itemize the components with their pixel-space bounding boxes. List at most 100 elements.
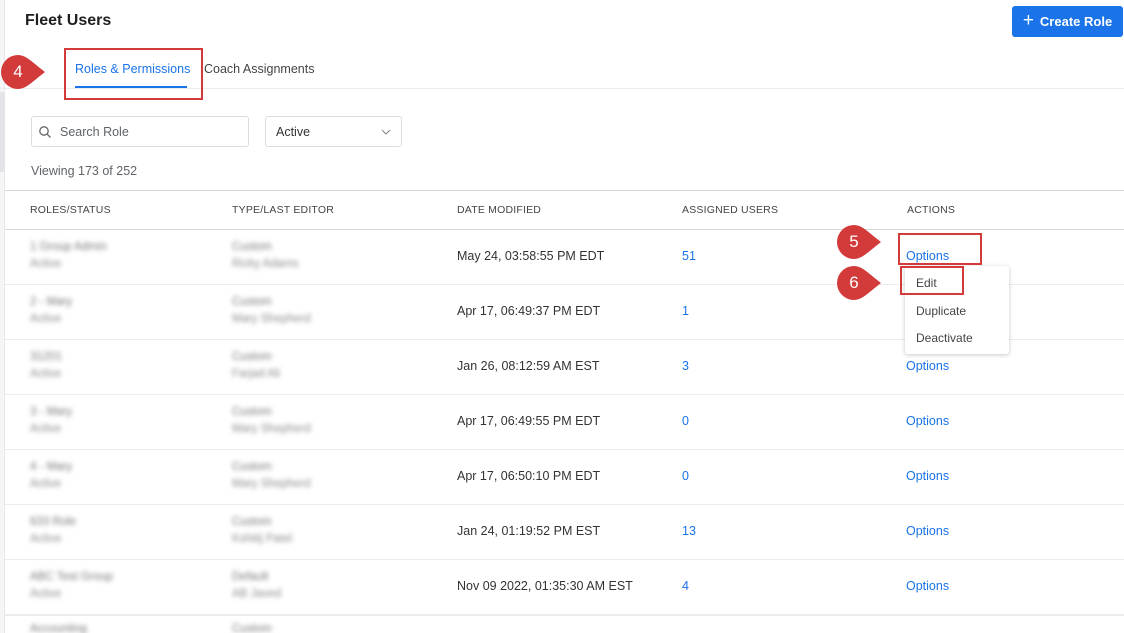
role-type: Default <box>232 571 269 583</box>
status-select-value: Active <box>276 124 311 139</box>
column-header-users: ASSIGNED USERS <box>682 204 779 216</box>
table-header: ROLES/STATUS TYPE/LAST EDITOR DATE MODIF… <box>5 190 1124 230</box>
role-type: Custom <box>232 461 272 473</box>
annotation-badge-4: 4 <box>0 54 46 90</box>
assigned-users-link[interactable]: 0 <box>682 469 689 483</box>
role-status: Active <box>30 588 62 600</box>
viewing-count: Viewing 173 of 252 <box>31 164 138 178</box>
last-editor: Mary Shepherd <box>232 423 311 435</box>
date-modified: Jan 24, 01:19:52 PM EST <box>457 524 601 538</box>
role-type: Custom <box>232 623 272 633</box>
role-status: Active <box>30 478 62 490</box>
role-status: Active <box>30 313 62 325</box>
search-box[interactable] <box>31 116 249 147</box>
table-row: ABC Test Group Active Default AB Javed Nov… <box>5 560 1124 615</box>
date-modified: Apr 17, 06:49:55 PM EDT <box>457 414 601 428</box>
table-row: Accounting Custom <box>5 615 1124 633</box>
last-editor: Farjad Ali <box>232 368 280 380</box>
tab-coach-assignments[interactable]: Coach Assignments <box>204 62 314 76</box>
role-name: 3 - Mary <box>30 406 73 418</box>
role-cell: 633 Role Active <box>30 514 76 548</box>
role-type: Custom <box>232 351 272 363</box>
table-row: 633 Role Active Custom Kshitij Patel Jan 2… <box>5 505 1124 560</box>
role-name: Accounting <box>30 623 87 633</box>
role-status: Active <box>30 423 62 435</box>
assigned-users-link[interactable]: 13 <box>682 524 696 538</box>
role-type: Custom <box>232 241 272 253</box>
role-status: Active <box>30 258 62 270</box>
options-link[interactable]: Options <box>906 359 949 373</box>
annotation-step-5: 5 <box>849 232 859 251</box>
role-name: 633 Role <box>30 516 77 528</box>
role-cell: Accounting <box>30 621 87 633</box>
role-cell: 3 - Mary Active <box>30 404 72 438</box>
assigned-users-link[interactable]: 1 <box>682 304 689 318</box>
type-cell: Custom Kshitij Patel <box>232 514 292 548</box>
role-name: 1 Group Admin <box>30 241 107 253</box>
assigned-users-link[interactable]: 51 <box>682 249 696 263</box>
last-editor: AB Javed <box>232 588 282 600</box>
role-cell: 4 - Mary Active <box>30 459 72 493</box>
create-role-label: Create Role <box>1039 14 1113 29</box>
role-cell: ABC Test Group Active <box>30 569 113 603</box>
type-cell: Custom Mary Shepherd <box>232 294 311 328</box>
annotation-box-5 <box>898 233 982 265</box>
role-status: Active <box>30 368 62 380</box>
last-editor: Mary Shepherd <box>232 478 311 490</box>
last-editor: Kshitij Patel <box>232 533 293 545</box>
role-cell: 2 - Mary Active <box>30 294 72 328</box>
type-cell: Custom Mary Shepherd <box>232 459 311 493</box>
plus-icon: + <box>1022 10 1034 31</box>
type-cell: Custom Mary Shepherd <box>232 404 311 438</box>
date-modified: Nov 09 2022, 01:35:30 AM EST <box>457 579 633 593</box>
create-role-button[interactable]: + Create Role <box>1012 6 1123 37</box>
menu-item-duplicate[interactable]: Duplicate <box>916 304 966 318</box>
last-editor: Ricky Adams <box>232 258 299 270</box>
role-name: 2 - Mary <box>30 296 73 308</box>
search-input[interactable] <box>60 124 230 139</box>
type-cell: Custom <box>232 621 272 633</box>
assigned-users-link[interactable]: 4 <box>682 579 689 593</box>
status-select[interactable]: Active <box>265 116 402 147</box>
options-link[interactable]: Options <box>906 579 949 593</box>
column-header-date: DATE MODIFIED <box>457 204 542 216</box>
type-cell: Default AB Javed <box>232 569 281 603</box>
annotation-badge-5: 5 <box>836 224 882 260</box>
page-title: Fleet Users <box>25 12 112 29</box>
options-link[interactable]: Options <box>906 524 949 538</box>
chevron-down-icon <box>381 129 391 135</box>
annotation-box-4 <box>64 48 203 100</box>
column-header-type: TYPE/LAST EDITOR <box>232 204 335 216</box>
assigned-users-link[interactable]: 3 <box>682 359 689 373</box>
date-modified: Jan 26, 08:12:59 AM EST <box>457 359 600 373</box>
column-header-roles: ROLES/STATUS <box>30 204 111 216</box>
role-cell: 31201 Active <box>30 349 62 383</box>
table-row: 3 - Mary Active Custom Mary Shepherd Apr 1… <box>5 395 1124 450</box>
annotation-badge-6: 6 <box>836 265 882 301</box>
role-status: Active <box>30 533 62 545</box>
date-modified: Apr 17, 06:50:10 PM EDT <box>457 469 601 483</box>
role-type: Custom <box>232 296 272 308</box>
role-type: Custom <box>232 516 272 528</box>
type-cell: Custom Farjad Ali <box>232 349 280 383</box>
annotation-step-4: 4 <box>13 62 23 81</box>
options-link[interactable]: Options <box>906 469 949 483</box>
role-type: Custom <box>232 406 272 418</box>
annotation-step-6: 6 <box>849 273 859 292</box>
type-cell: Custom Ricky Adams <box>232 239 298 273</box>
menu-item-deactivate[interactable]: Deactivate <box>916 331 973 345</box>
assigned-users-link[interactable]: 0 <box>682 414 689 428</box>
date-modified: May 24, 03:58:55 PM EDT <box>457 249 605 263</box>
role-cell: 1 Group Admin Active <box>30 239 107 273</box>
role-name: 31201 <box>30 351 62 363</box>
date-modified: Apr 17, 06:49:37 PM EDT <box>457 304 601 318</box>
last-editor: Mary Shepherd <box>232 313 311 325</box>
annotation-box-6 <box>900 266 964 295</box>
role-name: ABC Test Group <box>30 571 113 583</box>
options-link[interactable]: Options <box>906 414 949 428</box>
column-header-actions: ACTIONS <box>907 204 956 216</box>
table-row: 4 - Mary Active Custom Mary Shepherd Apr 1… <box>5 450 1124 505</box>
search-icon <box>39 125 51 138</box>
left-rail-segment <box>0 92 5 172</box>
role-name: 4 - Mary <box>30 461 73 473</box>
